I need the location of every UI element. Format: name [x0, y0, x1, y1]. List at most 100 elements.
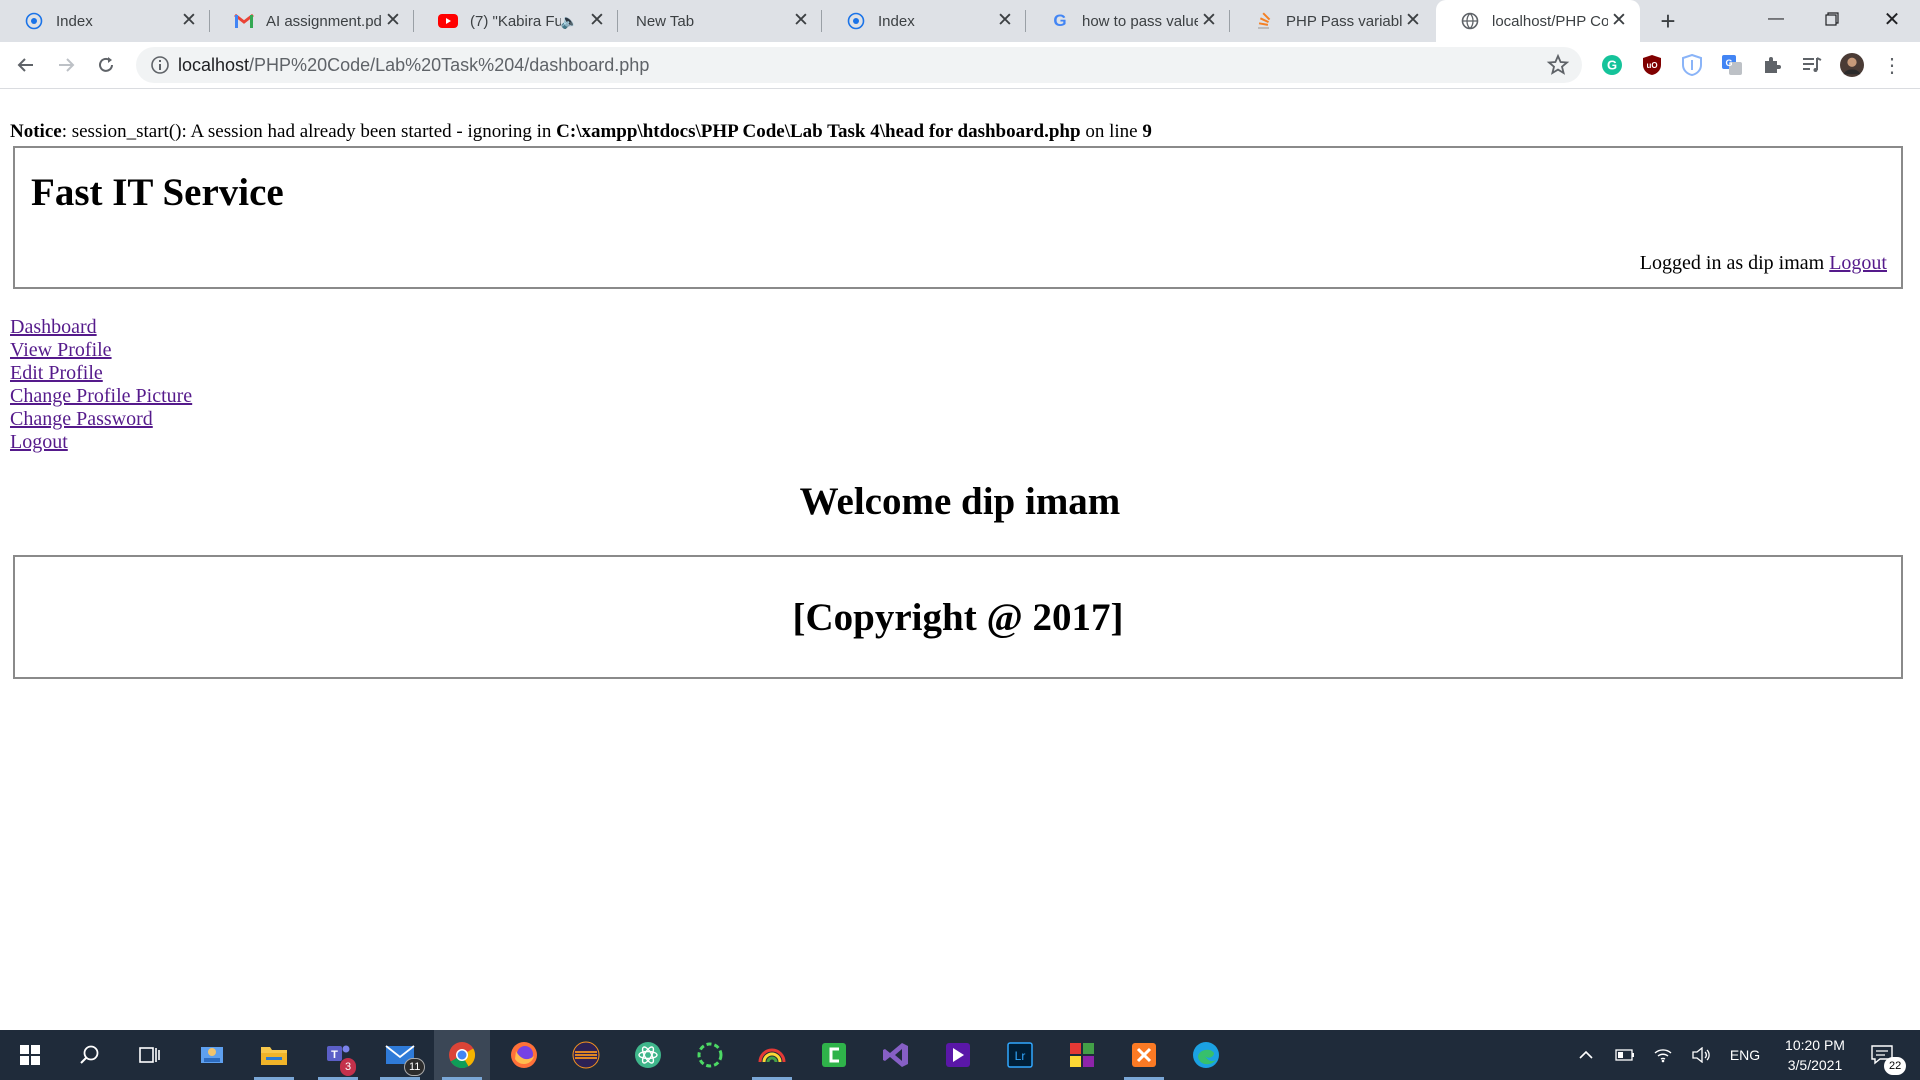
tab-strip: Index ✕ AI assignment.pdf ✕ (7) "Kabira …	[0, 0, 1920, 42]
nav-logout-link[interactable]: Logout	[10, 431, 192, 454]
tab-ai-assignment[interactable]: AI assignment.pdf ✕	[210, 0, 414, 42]
rainbow-app-icon[interactable]	[744, 1030, 800, 1080]
tab-title: Index	[56, 12, 93, 30]
system-clock[interactable]: 10:20 PM 3/5/2021	[1770, 1035, 1860, 1075]
footer-box: [Copyright @ 2017]	[13, 555, 1903, 679]
close-tab-icon[interactable]: ✕	[178, 10, 200, 32]
nav-change-password-link[interactable]: Change Password	[10, 408, 192, 431]
menu-kebab-icon[interactable]: ⋮	[1880, 53, 1904, 77]
speaker-icon[interactable]: 🔈	[561, 13, 578, 30]
notifications-icon[interactable]: 22	[1862, 1030, 1907, 1080]
svg-text:T: T	[331, 1049, 338, 1061]
back-button[interactable]	[10, 49, 42, 81]
tab-title: AI assignment.pdf	[266, 12, 382, 30]
nav-change-picture-link[interactable]: Change Profile Picture	[10, 385, 192, 408]
nav-dashboard-link[interactable]: Dashboard	[10, 316, 192, 339]
clock-time: 10:20 PM	[1785, 1037, 1845, 1053]
reload-button[interactable]	[90, 49, 122, 81]
address-bar[interactable]: localhost/PHP%20Code/Lab%20Task%204/dash…	[136, 47, 1582, 83]
header-box: Fast IT Service Logged in as dip imam Lo…	[13, 146, 1903, 289]
globe-icon	[24, 11, 44, 31]
loading-ring-app-icon[interactable]	[682, 1030, 738, 1080]
language-indicator[interactable]: ENG	[1722, 1030, 1768, 1080]
notice-line: 9	[1142, 121, 1152, 142]
new-tab-button[interactable]: +	[1654, 8, 1682, 36]
user-folder-icon[interactable]	[184, 1030, 240, 1080]
tab-index-1[interactable]: Index ✕	[0, 0, 210, 42]
copyright-text: [Copyright @ 2017]	[792, 595, 1124, 639]
close-tab-icon[interactable]: ✕	[1198, 10, 1220, 32]
task-view-icon[interactable]	[122, 1030, 178, 1080]
premiere-rush-icon[interactable]	[930, 1030, 986, 1080]
atom-editor-icon[interactable]	[620, 1030, 676, 1080]
tab-title: localhost/PHP Cod	[1492, 12, 1608, 30]
tab-title: (7) "Kabira Full	[470, 12, 561, 30]
tab-new-tab[interactable]: New Tab ✕	[618, 0, 822, 42]
close-window-button[interactable]: ✕	[1864, 0, 1920, 38]
firefox-icon[interactable]	[496, 1030, 552, 1080]
translate-icon[interactable]: G	[1720, 53, 1744, 77]
windows-taskbar: T3 11 Lr ENG 10:20 PM 3/5/2021 22	[0, 1030, 1920, 1080]
tab-youtube[interactable]: (7) "Kabira Full 🔈 ✕	[414, 0, 618, 42]
close-tab-icon[interactable]: ✕	[382, 10, 404, 32]
mail-icon[interactable]: 11	[372, 1030, 428, 1080]
tab-index-2[interactable]: Index ✕	[822, 0, 1026, 42]
svg-text:Lr: Lr	[1015, 1049, 1026, 1063]
teams-badge: 3	[340, 1058, 357, 1076]
tab-stackoverflow[interactable]: PHP Pass variable ✕	[1230, 0, 1434, 42]
nav-view-profile-link[interactable]: View Profile	[10, 339, 192, 362]
tab-google-search[interactable]: G how to pass value ✕	[1026, 0, 1230, 42]
bookmark-star-icon[interactable]	[1546, 53, 1570, 77]
eclipse-icon[interactable]	[558, 1030, 614, 1080]
notifications-badge: 22	[1884, 1057, 1907, 1075]
logged-in-status: Logged in as dip imam Logout	[1640, 252, 1887, 275]
url-text[interactable]: localhost/PHP%20Code/Lab%20Task%204/dash…	[178, 55, 649, 76]
camtasia-icon[interactable]	[806, 1030, 862, 1080]
search-icon[interactable]	[62, 1030, 118, 1080]
notice-label: Notice	[10, 121, 62, 142]
mail-badge: 11	[404, 1058, 426, 1076]
profile-avatar[interactable]	[1840, 53, 1864, 77]
windows-start-icon[interactable]	[2, 1030, 58, 1080]
tab-title: PHP Pass variable	[1286, 12, 1402, 30]
shield-icon[interactable]	[1680, 53, 1704, 77]
edge-icon[interactable]	[1178, 1030, 1234, 1080]
info-icon[interactable]	[150, 55, 170, 75]
file-explorer-icon[interactable]	[246, 1030, 302, 1080]
show-hidden-icons-chevron-icon[interactable]	[1572, 1030, 1600, 1080]
xampp-icon[interactable]	[1116, 1030, 1172, 1080]
volume-icon[interactable]	[1686, 1030, 1716, 1080]
battery-icon[interactable]	[1610, 1030, 1640, 1080]
close-tab-icon[interactable]: ✕	[1402, 10, 1424, 32]
close-tab-icon[interactable]: ✕	[586, 10, 608, 32]
tab-localhost-active[interactable]: localhost/PHP Cod ✕	[1436, 0, 1640, 42]
teams-icon[interactable]: T3	[310, 1030, 366, 1080]
chrome-icon[interactable]	[434, 1030, 490, 1080]
reading-list-icon[interactable]	[1800, 53, 1824, 77]
header-logout-link[interactable]: Logout	[1829, 252, 1887, 274]
close-tab-icon[interactable]: ✕	[1608, 10, 1630, 32]
close-tab-icon[interactable]: ✕	[790, 10, 812, 32]
restore-button[interactable]	[1804, 0, 1860, 38]
close-tab-icon[interactable]: ✕	[994, 10, 1016, 32]
extensions-puzzle-icon[interactable]	[1760, 53, 1784, 77]
minimize-button[interactable]: —	[1748, 0, 1804, 38]
clock-date: 3/5/2021	[1787, 1057, 1843, 1073]
site-title: Fast IT Service	[31, 171, 284, 214]
browser-toolbar: localhost/PHP%20Code/Lab%20Task%204/dash…	[0, 42, 1920, 89]
colorful-squares-app-icon[interactable]	[1054, 1030, 1110, 1080]
forward-button[interactable]	[50, 49, 82, 81]
svg-text:G: G	[1607, 58, 1617, 73]
notice-file: C:\xampp\htdocs\PHP Code\Lab Task 4\head…	[556, 121, 1081, 142]
visual-studio-icon[interactable]	[868, 1030, 924, 1080]
wifi-icon[interactable]	[1648, 1030, 1678, 1080]
nav-edit-profile-link[interactable]: Edit Profile	[10, 362, 192, 385]
grammarly-icon[interactable]: G	[1600, 53, 1624, 77]
globe-icon	[1460, 11, 1480, 31]
lightroom-icon[interactable]: Lr	[992, 1030, 1048, 1080]
stackoverflow-icon	[1254, 11, 1274, 31]
ublock-icon[interactable]: uO	[1640, 53, 1664, 77]
tab-title: how to pass value	[1082, 12, 1198, 30]
logged-in-text: Logged in as dip imam	[1639, 252, 1830, 274]
url-path: /PHP%20Code/Lab%20Task%204/dashboard.php	[249, 55, 650, 75]
